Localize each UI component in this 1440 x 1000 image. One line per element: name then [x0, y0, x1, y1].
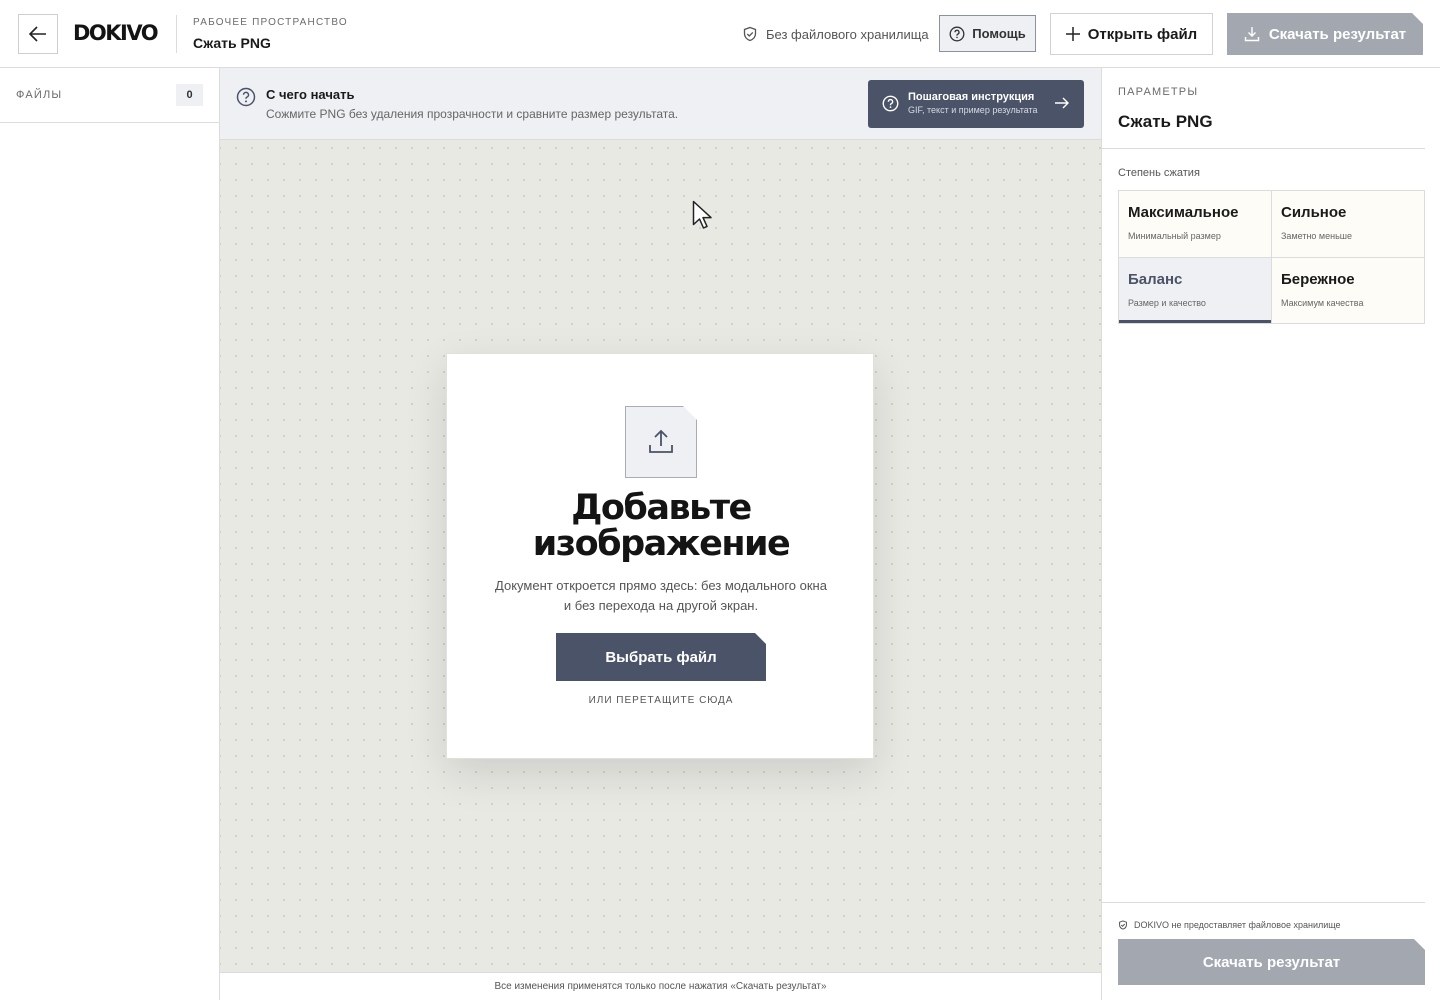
files-count-badge: 0 — [176, 84, 203, 106]
upload-dropzone[interactable]: Добавьте изображение Документ откроется … — [446, 353, 874, 759]
option-title: Баланс — [1128, 270, 1183, 288]
compression-options: Максимальное Минимальный размер Сильное … — [1118, 190, 1425, 324]
logo[interactable]: DOKIVO — [73, 21, 159, 45]
no-storage-note: DOKIVO не предоставляет файловое хранили… — [1118, 920, 1341, 930]
getting-started-title: С чего начать — [266, 87, 355, 102]
download-result-button-bottom[interactable]: Скачать результат — [1118, 939, 1425, 985]
option-subtitle: Размер и качество — [1128, 297, 1206, 308]
plus-icon — [1065, 27, 1080, 41]
arrow-right-icon — [1055, 97, 1069, 109]
compression-option-strong[interactable]: Сильное Заметно меньше — [1272, 191, 1424, 257]
upload-title: Добавьте изображение — [447, 490, 875, 562]
storage-note-text: Без файлового хранилища — [766, 26, 929, 42]
no-storage-note-text: DOKIVO не предоставляет файловое хранили… — [1134, 920, 1341, 930]
upload-file-illustration — [625, 406, 697, 478]
choose-file-button[interactable]: Выбрать файл — [556, 633, 766, 681]
app-header: DOKIVO РАБОЧЕЕ ПРОСТРАНСТВО Сжать PNG Бе… — [0, 0, 1440, 68]
workspace-canvas[interactable]: С чего начать Сожмите PNG без удаления п… — [220, 68, 1101, 1000]
panel-footer-divider — [1102, 902, 1425, 903]
header-divider — [176, 15, 177, 53]
compression-option-maximum[interactable]: Максимальное Минимальный размер — [1119, 191, 1271, 257]
option-subtitle: Заметно меньше — [1281, 231, 1353, 241]
guide-title: Пошаговая инструкция — [908, 91, 1035, 103]
download-result-button-top[interactable]: Скачать результат — [1227, 13, 1423, 55]
upload-title-line-1: Добавьте — [571, 488, 752, 528]
getting-started-description: Сожмите PNG без удаления прозрачности и … — [266, 107, 679, 121]
question-circle-icon — [882, 95, 899, 112]
parameters-panel: ПАРАМЕТРЫ Сжать PNG Степень сжатия Макси… — [1101, 68, 1440, 1000]
compression-option-gentle[interactable]: Бережное Максимум качества — [1272, 257, 1424, 323]
files-sidebar: ФАЙЛЫ 0 — [0, 68, 220, 1000]
download-result-label-top: Скачать результат — [1268, 25, 1407, 43]
files-label: ФАЙЛЫ — [16, 89, 63, 101]
open-file-button[interactable]: Открыть файл — [1050, 13, 1213, 55]
guide-subtitle: GIF, текст и пример результата — [908, 105, 1038, 115]
question-circle-icon — [949, 26, 965, 41]
option-subtitle: Максимум качества — [1281, 297, 1364, 308]
mouse-cursor-icon — [692, 200, 712, 229]
workspace-label: РАБОЧЕЕ ПРОСТРАНСТВО — [193, 17, 348, 28]
parameters-title: Сжать PNG — [1118, 112, 1213, 131]
files-header: ФАЙЛЫ 0 — [0, 68, 219, 123]
question-circle-icon — [236, 87, 256, 107]
parameters-divider — [1102, 148, 1425, 149]
option-subtitle: Минимальный размер — [1128, 231, 1221, 241]
option-title: Бережное — [1281, 270, 1355, 288]
storage-note: Без файлового хранилища — [742, 26, 929, 42]
help-button[interactable]: Помощь — [939, 15, 1036, 52]
upload-description: Документ откроется прямо здесь: без мода… — [495, 578, 827, 613]
shield-check-icon — [1119, 920, 1127, 930]
download-icon — [1244, 26, 1260, 42]
drag-drop-hint: ИЛИ ПЕРЕТАЩИТЕ СЮДА — [588, 695, 734, 706]
arrow-left-icon — [29, 26, 46, 42]
getting-started-bar: С чего начать Сожмите PNG без удаления п… — [220, 68, 1101, 140]
compression-level-label: Степень сжатия — [1118, 167, 1200, 179]
upload-icon — [647, 428, 675, 456]
open-file-label: Открыть файл — [1087, 25, 1198, 43]
upload-title-line-2: изображение — [532, 524, 791, 564]
changes-apply-note: Все изменения применятся только после на… — [220, 972, 1101, 1000]
option-title: Максимальное — [1128, 204, 1239, 221]
parameters-label: ПАРАМЕТРЫ — [1118, 86, 1199, 98]
back-button[interactable] — [18, 14, 58, 54]
compression-option-balance[interactable]: Баланс Размер и качество — [1119, 257, 1271, 323]
option-title: Сильное — [1281, 204, 1347, 221]
shield-check-icon — [743, 26, 757, 42]
step-by-step-guide-button[interactable]: Пошаговая инструкция GIF, текст и пример… — [868, 80, 1084, 128]
help-button-label: Помощь — [972, 26, 1026, 41]
workspace-title: Сжать PNG — [193, 35, 271, 51]
